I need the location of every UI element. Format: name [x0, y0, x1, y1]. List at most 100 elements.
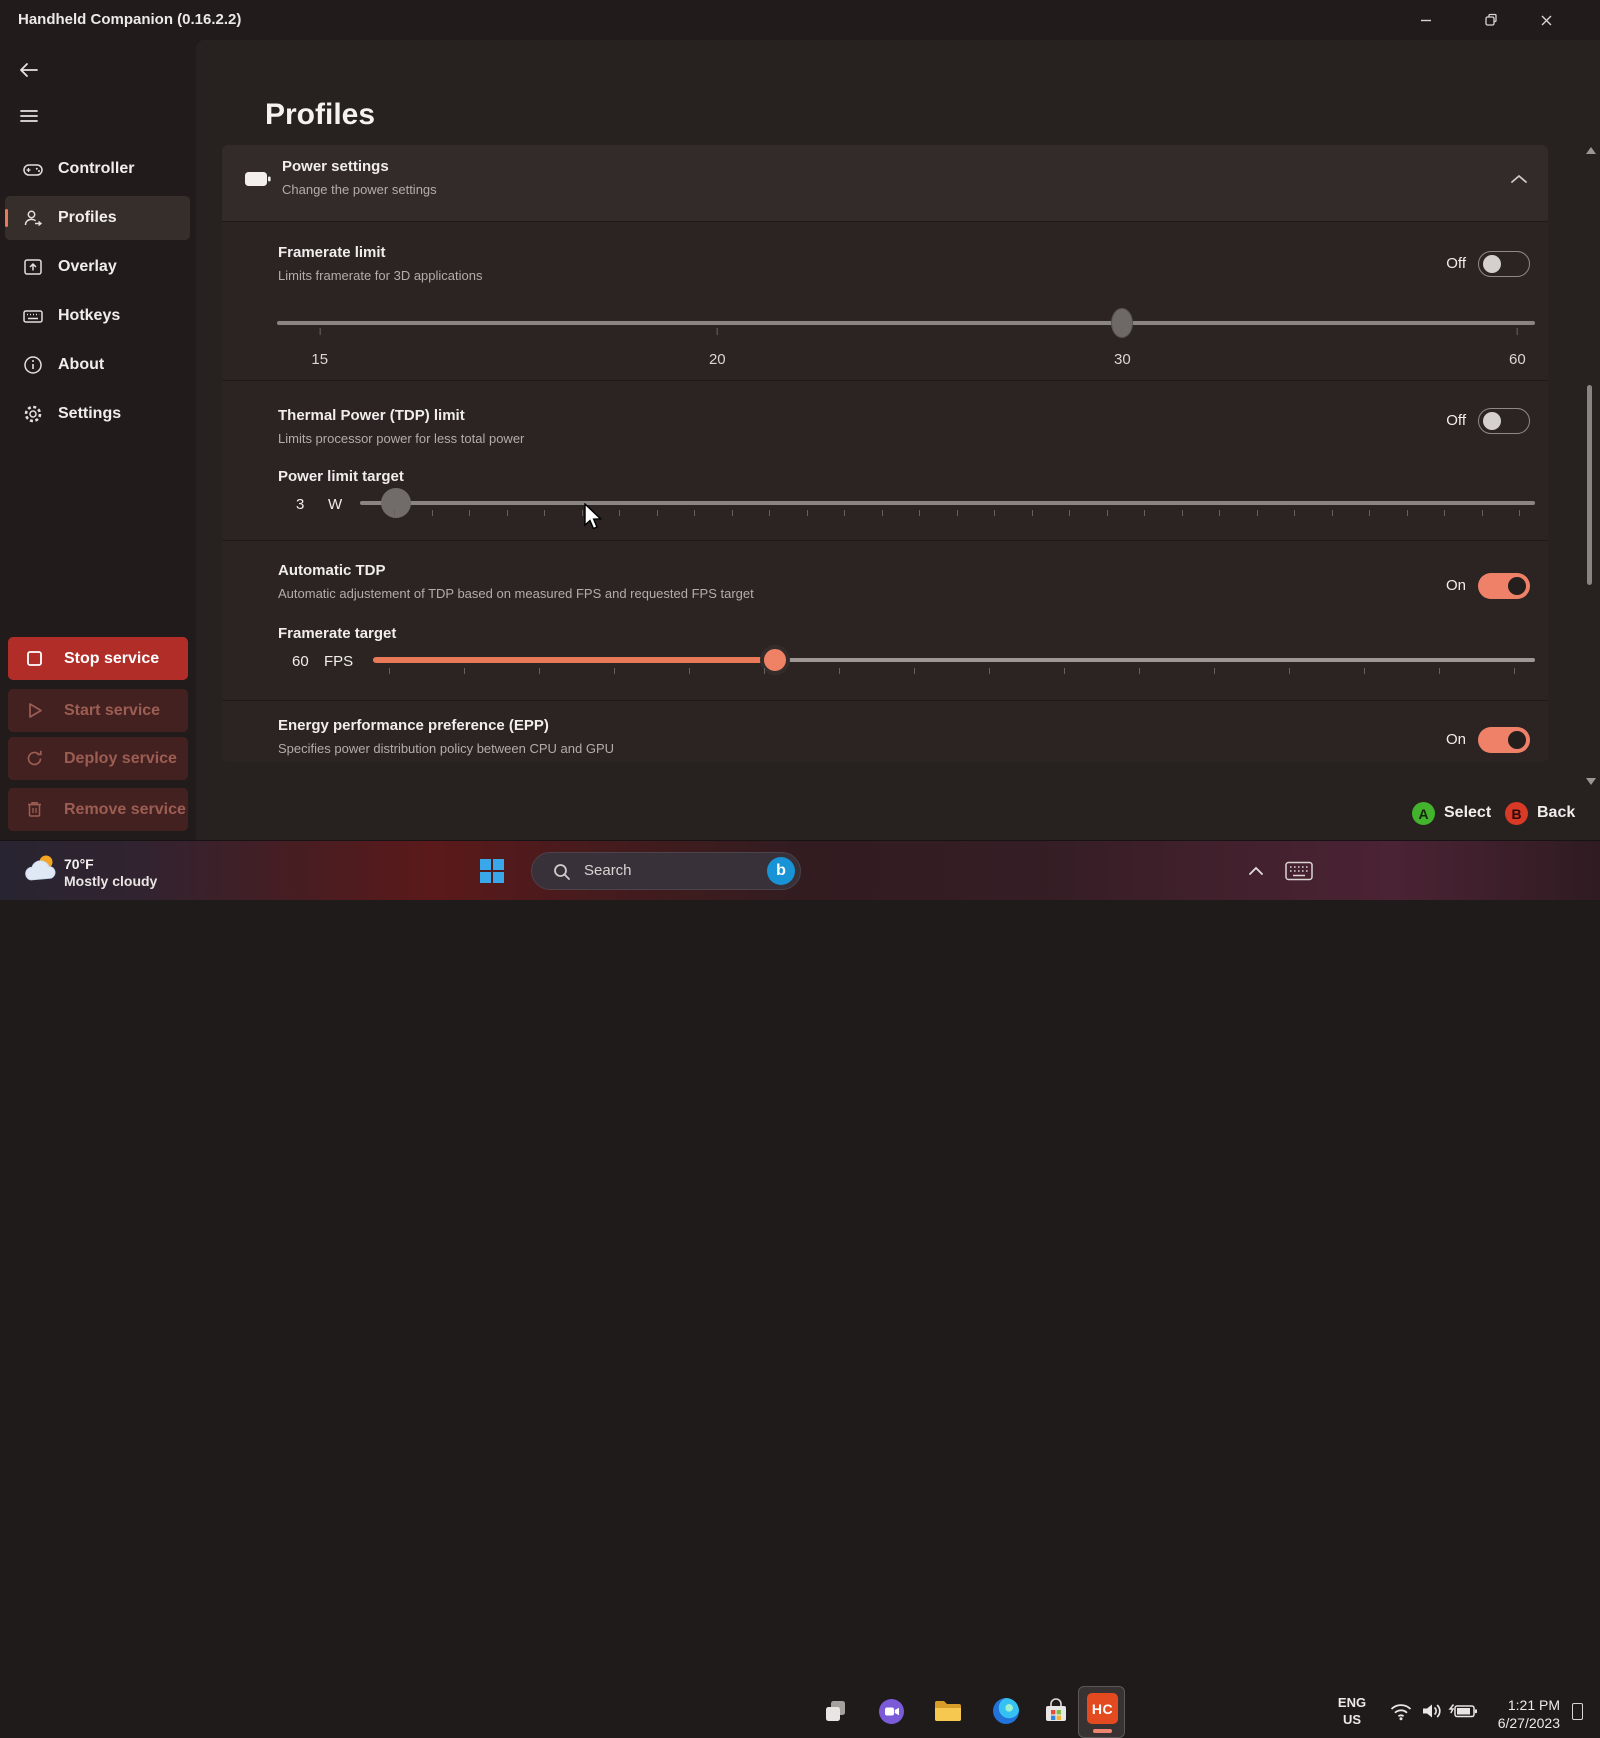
section-subtitle: Change the power settings — [282, 182, 437, 197]
start-service-button[interactable]: Start service — [8, 689, 188, 732]
scrollbar-down-arrow[interactable] — [1586, 778, 1596, 785]
tdp-limit-toggle[interactable] — [1478, 408, 1530, 434]
chevron-up-icon[interactable] — [1510, 172, 1528, 190]
service-button-label: Start service — [64, 701, 161, 719]
sidebar-item-profiles[interactable]: Profiles — [5, 196, 190, 240]
language-line2: US — [1342, 1712, 1362, 1727]
video-chat-app-icon[interactable] — [878, 1698, 904, 1724]
framerate-target-unit: FPS — [324, 653, 354, 670]
service-button-label: Stop service — [64, 649, 160, 667]
stop-service-button[interactable]: Stop service — [8, 637, 188, 680]
start-button[interactable] — [478, 857, 508, 887]
hint-select-label: Select — [1444, 804, 1492, 821]
auto-tdp-toggle-label: On — [1445, 577, 1466, 594]
weather-condition: Mostly cloudy — [64, 873, 158, 889]
task-view-icon[interactable] — [823, 1698, 849, 1724]
framerate-limit-toggle[interactable] — [1478, 251, 1530, 277]
overlay-icon — [22, 256, 44, 278]
play-icon — [24, 700, 45, 721]
scrollbar-thumb[interactable] — [1587, 385, 1592, 585]
hint-letter: A — [1418, 805, 1429, 822]
row-divider — [222, 700, 1548, 701]
epp-toggle[interactable] — [1478, 727, 1530, 753]
page-title: Profiles — [265, 98, 376, 131]
power-limit-slider-ticks — [394, 510, 1520, 517]
search-box[interactable]: Search b — [531, 852, 801, 890]
framerate-limit-slider[interactable] — [277, 308, 1535, 338]
auto-tdp-toggle[interactable] — [1478, 573, 1530, 599]
back-button[interactable] — [14, 55, 44, 85]
clock-time: 1:21 PM — [1507, 1697, 1560, 1713]
power-limit-target-label: Power limit target — [278, 468, 404, 485]
hamburger-icon — [20, 110, 38, 122]
touch-keyboard-button[interactable] — [1285, 861, 1313, 886]
tray-chevron-button[interactable] — [1248, 864, 1264, 882]
framerate-target-slider[interactable] — [373, 645, 1535, 675]
remove-service-button[interactable]: Remove service — [8, 788, 188, 831]
selected-accent-bar — [5, 209, 8, 227]
restore-button[interactable] — [1468, 6, 1514, 34]
sidebar-item-controller[interactable]: Controller — [5, 147, 190, 191]
wifi-icon[interactable] — [1389, 1702, 1413, 1726]
sidebar-item-settings[interactable]: Settings — [5, 392, 190, 436]
window-title: Handheld Companion (0.16.2.2) — [18, 11, 242, 28]
sidebar-item-about[interactable]: About — [5, 343, 190, 387]
volume-icon[interactable] — [1420, 1701, 1444, 1726]
bing-icon[interactable]: b — [767, 857, 795, 885]
bing-letter: b — [776, 862, 786, 879]
framerate-target-value: 60 — [292, 653, 309, 670]
sidebar-item-overlay[interactable]: Overlay — [5, 245, 190, 289]
show-desktop-button[interactable] — [1572, 1703, 1583, 1720]
slider-fill — [373, 657, 776, 663]
sidebar: Controller Profiles Overlay Hotkeys Abou… — [0, 40, 196, 840]
toggle-knob — [1508, 731, 1526, 749]
stop-icon — [24, 648, 45, 669]
epp-toggle-label: On — [1445, 731, 1466, 748]
minimize-icon — [1421, 19, 1431, 22]
touch-keyboard-icon — [1285, 861, 1313, 881]
service-button-label: Remove service — [64, 800, 186, 818]
sidebar-item-hotkeys[interactable]: Hotkeys — [5, 294, 190, 338]
power-settings-expander[interactable]: Power settings Change the power settings — [222, 145, 1548, 222]
tick-label: 30 — [1114, 351, 1131, 368]
framerate-target-label: Framerate target — [278, 625, 397, 642]
hc-app-logo: HC — [1087, 1693, 1118, 1724]
hc-active-indicator — [1093, 1729, 1112, 1733]
sidebar-item-label: Overlay — [58, 258, 117, 275]
gamepad-a-button-badge: A — [1412, 802, 1435, 825]
app-window: Handheld Companion (0.16.2.2) Controller — [0, 0, 1600, 1738]
row-divider — [222, 380, 1548, 381]
info-icon — [22, 354, 44, 376]
epp-title: Energy performance preference (EPP) — [278, 717, 549, 734]
sidebar-item-label: Controller — [58, 160, 135, 177]
hamburger-menu-button[interactable] — [14, 101, 44, 131]
microsoft-store-icon[interactable] — [1043, 1698, 1069, 1724]
language-indicator[interactable]: ENG US — [1330, 1694, 1374, 1728]
section-title: Power settings — [282, 158, 389, 175]
handheld-companion-taskbar-icon[interactable]: HC — [1078, 1686, 1125, 1738]
taskbar: 70°F Mostly cloudy Search b HC ENG US 1:… — [0, 840, 1600, 1738]
power-limit-slider[interactable] — [360, 488, 1535, 518]
clock[interactable]: 1:21 PM 6/27/2023 — [1460, 1696, 1560, 1732]
scrollbar-up-arrow[interactable] — [1586, 147, 1596, 154]
edge-browser-icon[interactable] — [993, 1698, 1019, 1724]
framerate-target-slider-ticks — [389, 668, 1515, 675]
weather-icon — [22, 853, 56, 890]
auto-tdp-title: Automatic TDP — [278, 562, 386, 579]
back-arrow-icon — [20, 63, 38, 77]
tdp-limit-subtitle: Limits processor power for less total po… — [278, 431, 525, 446]
close-button[interactable] — [1523, 6, 1569, 34]
weather-widget[interactable]: 70°F Mostly cloudy — [0, 841, 240, 901]
tick-label: 20 — [708, 351, 726, 368]
sidebar-item-label: About — [58, 356, 105, 373]
refresh-icon — [24, 748, 45, 769]
gamepad-b-button-badge: B — [1505, 802, 1528, 825]
minimize-button[interactable] — [1403, 6, 1449, 34]
hint-back-label: Back — [1537, 804, 1576, 821]
gamepad-icon — [22, 158, 44, 180]
file-explorer-icon[interactable] — [933, 1698, 963, 1724]
deploy-service-button[interactable]: Deploy service — [8, 737, 188, 780]
title-bar: Handheld Companion (0.16.2.2) — [0, 0, 1600, 40]
main-content: Profiles Power settings Change the power… — [196, 40, 1600, 840]
sidebar-item-label: Hotkeys — [58, 307, 121, 324]
